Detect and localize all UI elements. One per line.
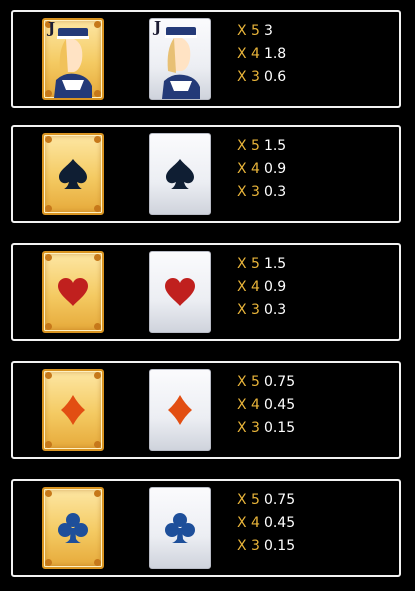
payout-list: X 5 1.5 X 4 0.9 X 3 0.3	[237, 135, 286, 204]
paytable-panel-heart: X 5 1.5 X 4 0.9 X 3 0.3	[11, 243, 401, 341]
heart-card-gold	[42, 251, 104, 333]
payout-row: X 3 0.15	[237, 538, 296, 554]
jack-card-gold: J	[42, 18, 104, 100]
payout-list: X 5 0.75 X 4 0.45 X 3 0.15	[237, 371, 295, 440]
spade-icon	[59, 159, 87, 189]
payout-row: X 5 1.5	[237, 138, 287, 154]
jack-letter: J	[48, 19, 56, 37]
payout-row: X 3 0.15	[237, 420, 296, 436]
club-icon	[58, 513, 88, 543]
payout-row: X 3 0.3	[237, 184, 287, 200]
club-card-silver	[149, 487, 211, 569]
jack-letter: J	[154, 18, 162, 36]
payout-row: X 4 0.9	[237, 161, 287, 177]
spade-card-silver	[149, 133, 211, 215]
spade-card-gold	[42, 133, 104, 215]
diamond-icon	[61, 395, 85, 425]
paytable-panel-club: X 5 0.75 X 4 0.45 X 3 0.15	[11, 479, 401, 577]
paytable-panel-diamond: X 5 0.75 X 4 0.45 X 3 0.15	[11, 361, 401, 459]
payout-row: X 5 1.5	[237, 256, 287, 272]
paytable-panel-jack: J J X 53 X 4 1.8 X 3 0.6	[11, 10, 401, 108]
diamond-card-silver	[149, 369, 211, 451]
payout-list: X 5 0.75 X 4 0.45 X 3 0.15	[237, 489, 295, 558]
payout-row: X 4 0.45	[237, 397, 296, 413]
payout-row: X 4 1.8	[237, 46, 287, 62]
payout-list: X 5 1.5 X 4 0.9 X 3 0.3	[237, 253, 286, 322]
payout-row: X 5 0.75	[237, 374, 296, 390]
payout-list: X 53 X 4 1.8 X 3 0.6	[237, 20, 286, 89]
club-card-gold	[42, 487, 104, 569]
payout-row: X 3 0.3	[237, 302, 287, 318]
club-icon	[165, 513, 195, 543]
payout-row: X 4 0.45	[237, 515, 296, 531]
diamond-card-gold	[42, 369, 104, 451]
diamond-icon	[168, 395, 192, 425]
payout-row: X 53	[237, 23, 273, 39]
heart-icon	[165, 278, 195, 306]
heart-card-silver	[149, 251, 211, 333]
paytable-panel-spade: X 5 1.5 X 4 0.9 X 3 0.3	[11, 125, 401, 223]
heart-icon	[58, 278, 88, 306]
payout-row: X 5 0.75	[237, 492, 296, 508]
spade-icon	[166, 159, 194, 189]
jack-card-silver: J	[149, 18, 211, 100]
payout-row: X 4 0.9	[237, 279, 287, 295]
payout-row: X 3 0.6	[237, 69, 287, 85]
